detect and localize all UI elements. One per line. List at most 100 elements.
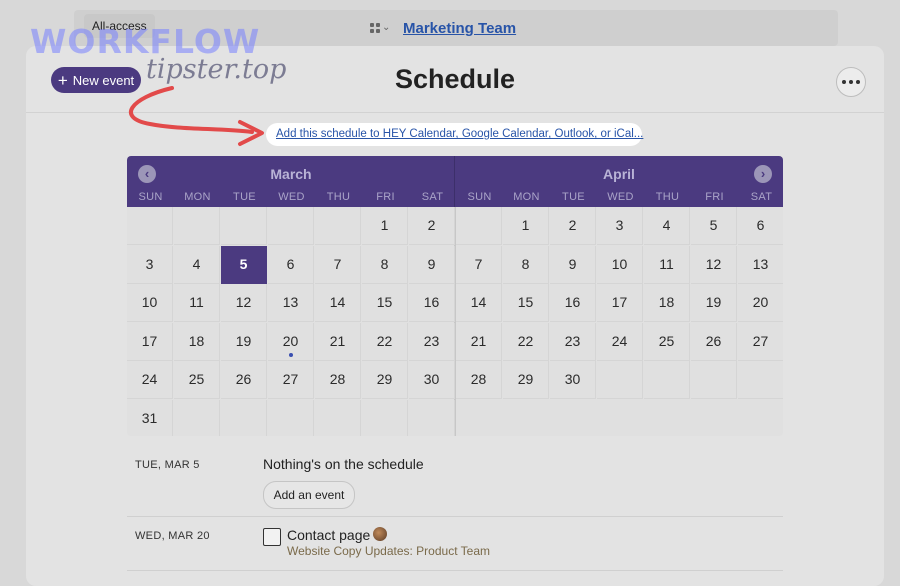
april-day-9[interactable]: 9 — [550, 245, 596, 284]
april-day-5[interactable]: 5 — [691, 207, 737, 245]
march-day-30[interactable]: 30 — [409, 361, 455, 399]
april-day-30[interactable]: 30 — [550, 361, 596, 399]
weekday-tue: TUE — [233, 191, 256, 203]
april-day-28[interactable]: 28 — [456, 361, 502, 399]
march-day-13[interactable]: 13 — [268, 284, 314, 322]
march-day-29[interactable]: 29 — [362, 361, 408, 399]
march-day-1[interactable]: 1 — [362, 207, 408, 245]
march-day-8[interactable]: 8 — [362, 245, 408, 284]
april-day-6[interactable]: 6 — [738, 207, 783, 245]
march-day-3[interactable]: 3 — [127, 245, 173, 284]
weekday-wed: WED — [607, 191, 634, 203]
april-day-14[interactable]: 14 — [456, 284, 502, 322]
april-day-7[interactable]: 7 — [456, 245, 502, 284]
avatar — [373, 527, 387, 541]
add-to-calendar-link[interactable]: Add this schedule to HEY Calendar, Googl… — [276, 128, 643, 140]
weekday-sun: SUN — [138, 191, 163, 203]
march-day-31[interactable]: 31 — [127, 399, 173, 436]
weekday-sat: SAT — [421, 191, 444, 203]
march-day-18[interactable]: 18 — [174, 322, 220, 361]
april-day-21[interactable]: 21 — [456, 322, 502, 361]
march-day-7[interactable]: 7 — [315, 245, 361, 284]
april-day-13[interactable]: 13 — [738, 246, 783, 284]
march-day-25[interactable]: 25 — [174, 361, 220, 399]
march-day-21[interactable]: 21 — [315, 322, 361, 361]
event-divider — [127, 570, 783, 571]
march-day-27[interactable]: 27 — [268, 361, 314, 399]
add-event-button[interactable]: Add an event — [263, 481, 355, 509]
empty-day-cell — [597, 361, 643, 399]
march-day-17[interactable]: 17 — [127, 322, 173, 361]
march-day-15[interactable]: 15 — [362, 284, 408, 322]
march-day-5[interactable]: 5 — [221, 245, 267, 284]
event-title[interactable]: Contact page — [287, 527, 370, 543]
april-day-19[interactable]: 19 — [691, 284, 737, 322]
april-day-10[interactable]: 10 — [597, 245, 643, 284]
annotation-arrow — [129, 86, 264, 146]
april-day-26[interactable]: 26 — [691, 322, 737, 361]
weekday-sat: SAT — [750, 191, 773, 203]
april-day-11[interactable]: 11 — [644, 245, 690, 284]
weekday-mon: MON — [513, 191, 540, 203]
event-dot-icon — [289, 352, 293, 357]
march-day-28[interactable]: 28 — [315, 361, 361, 399]
march-day-22[interactable]: 22 — [362, 322, 408, 361]
march-day-24[interactable]: 24 — [127, 361, 173, 399]
april-day-22[interactable]: 22 — [503, 322, 549, 361]
weekday-fri: FRI — [705, 191, 724, 203]
april-day-4[interactable]: 4 — [644, 207, 690, 245]
next-month-button[interactable]: › — [754, 165, 772, 183]
april-day-24[interactable]: 24 — [597, 322, 643, 361]
april-day-18[interactable]: 18 — [644, 284, 690, 322]
march-day-12[interactable]: 12 — [221, 284, 267, 322]
empty-day-cell — [738, 361, 783, 399]
empty-day-cell — [127, 207, 173, 245]
more-options-button[interactable] — [836, 67, 866, 97]
empty-day-cell — [644, 361, 690, 399]
march-day-2[interactable]: 2 — [409, 207, 455, 245]
weekday-mon: MON — [184, 191, 211, 203]
weekday-tue: TUE — [562, 191, 585, 203]
april-day-2[interactable]: 2 — [550, 207, 596, 245]
empty-day-cell — [268, 399, 314, 436]
april-day-29[interactable]: 29 — [503, 361, 549, 399]
previous-month-button[interactable]: ‹ — [138, 165, 156, 183]
march-day-9[interactable]: 9 — [409, 245, 455, 284]
march-day-26[interactable]: 26 — [221, 361, 267, 399]
march-day-23[interactable]: 23 — [409, 322, 455, 361]
april-day-8[interactable]: 8 — [503, 245, 549, 284]
april-day-12[interactable]: 12 — [691, 245, 737, 284]
march-day-11[interactable]: 11 — [174, 284, 220, 322]
march-day-6[interactable]: 6 — [268, 245, 314, 284]
march-day-10[interactable]: 10 — [127, 284, 173, 322]
april-day-20[interactable]: 20 — [738, 284, 783, 322]
todo-checkbox[interactable] — [263, 528, 281, 546]
march-day-20[interactable]: 20 — [268, 322, 314, 361]
empty-day-cell — [409, 399, 455, 436]
april-day-23[interactable]: 23 — [550, 322, 596, 361]
april-day-1[interactable]: 1 — [503, 207, 549, 245]
march-day-4[interactable]: 4 — [174, 245, 220, 284]
chevron-left-icon: ‹ — [144, 166, 150, 181]
empty-day-cell — [315, 207, 361, 245]
weekday-fri: FRI — [376, 191, 395, 203]
march-day-19[interactable]: 19 — [221, 322, 267, 361]
april-day-15[interactable]: 15 — [503, 284, 549, 322]
april-day-27[interactable]: 27 — [738, 323, 783, 361]
event-subtitle[interactable]: Website Copy Updates: Product Team — [287, 544, 490, 558]
project-switcher[interactable]: ⌄ — [370, 20, 392, 36]
empty-schedule-text: Nothing's on the schedule — [263, 456, 424, 472]
march-day-14[interactable]: 14 — [315, 284, 361, 322]
calendar-grid: March April ‹ › SUN MON TUE WED THU FRI SAT 1 2 3… — [127, 156, 783, 436]
empty-day-cell — [315, 399, 361, 436]
empty-day-cell — [174, 399, 220, 436]
weekday-thu: THU — [326, 191, 351, 203]
empty-day-cell — [362, 399, 408, 436]
march-day-16[interactable]: 16 — [409, 284, 455, 322]
empty-day-cell — [691, 361, 737, 399]
team-link[interactable]: Marketing Team — [403, 20, 516, 37]
april-day-3[interactable]: 3 — [597, 207, 643, 245]
april-day-16[interactable]: 16 — [550, 284, 596, 322]
april-day-17[interactable]: 17 — [597, 284, 643, 322]
april-day-25[interactable]: 25 — [644, 322, 690, 361]
